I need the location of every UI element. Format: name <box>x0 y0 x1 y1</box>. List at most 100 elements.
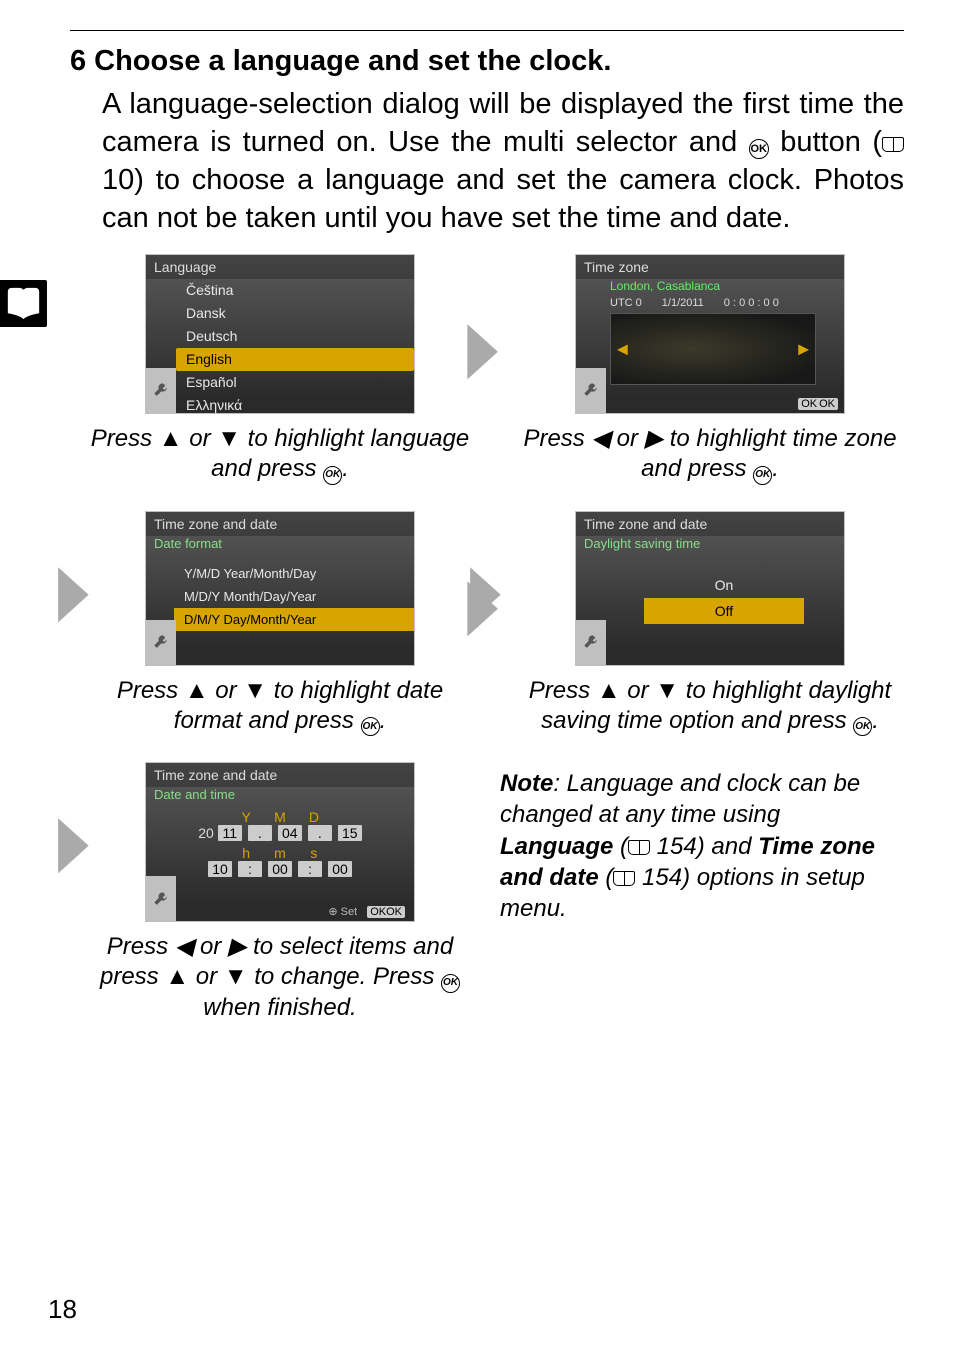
hour-value: 10 <box>208 861 232 877</box>
dateformat-screen: Time zone and date Date format Y/M/D Yea… <box>145 511 415 666</box>
note-label: Note <box>500 770 553 797</box>
right-triangle-icon <box>645 425 663 452</box>
up-triangle-icon <box>159 425 183 452</box>
ok-button-icon: OK <box>753 466 772 485</box>
world-map: ◀ ▶ <box>610 313 816 385</box>
datetime-cell: ▶ Time zone and date Date and time Y M D… <box>90 762 470 1023</box>
page-number: 18 <box>48 1294 77 1325</box>
up-triangle-icon <box>597 677 621 704</box>
down-triangle-icon <box>243 677 267 704</box>
timezone-time: 0 : 0 0 : 0 0 <box>724 297 779 309</box>
menu-option-language: Language <box>500 833 613 860</box>
lang-item: Ελληνικά <box>176 394 414 414</box>
year-value: 11 <box>218 825 242 841</box>
wrench-icon <box>581 632 601 652</box>
step-heading-text: Choose a language and set the clock. <box>94 43 611 81</box>
timezone-caption: Press or to highlight time zone and pres… <box>520 424 900 485</box>
page-top-rule <box>70 30 904 31</box>
wrench-icon <box>151 889 171 909</box>
hms-labels: h m s <box>146 845 414 861</box>
language-cell: ▶ Language Čeština Dansk Deutsch English… <box>90 254 470 485</box>
lang-item: Dansk <box>176 302 414 325</box>
map-left-arrow-icon: ◀ <box>617 340 628 357</box>
wrench-icon <box>151 632 171 652</box>
ok-button-icon: OK <box>361 717 380 736</box>
screen-ok-footer: OKOK <box>798 398 838 410</box>
dateformat-screen-title: Time zone and date <box>146 512 414 536</box>
month-value: 04 <box>278 825 302 841</box>
datetime-screen-subtitle: Date and time <box>146 787 414 805</box>
step-heading: 6 Choose a language and set the clock. <box>70 43 904 81</box>
ok-button-icon: OK <box>853 717 872 736</box>
down-triangle-icon <box>224 963 248 990</box>
setup-tab-icon <box>576 620 606 665</box>
dateformat-item: Y/M/D Year/Month/Day <box>174 562 414 585</box>
dateformat-screen-subtitle: Date format <box>146 536 414 554</box>
timezone-meta: UTC 0 1/1/2011 0 : 0 0 : 0 0 <box>576 295 844 309</box>
language-screen: Language Čeština Dansk Deutsch English E… <box>145 254 415 414</box>
up-triangle-icon <box>185 677 209 704</box>
timezone-cell: Time zone London, Casablanca UTC 0 1/1/2… <box>500 254 920 485</box>
dst-screen: Time zone and date Daylight saving time … <box>575 511 845 666</box>
dateformat-caption: Press or to highlight date format and pr… <box>90 676 470 737</box>
ok-button-icon: OK <box>749 139 769 159</box>
down-triangle-icon <box>217 425 241 452</box>
chevron-right-icon: ▶ <box>470 548 501 631</box>
dateformat-cell: ▶ ▶ Time zone and date Date format Y/M/D… <box>90 511 470 737</box>
book-icon <box>613 871 635 886</box>
down-triangle-icon <box>655 677 679 704</box>
step-body: A language-selection dialog will be disp… <box>102 85 904 238</box>
timezone-date: 1/1/2011 <box>662 297 704 309</box>
timezone-screen: Time zone London, Casablanca UTC 0 1/1/2… <box>575 254 845 414</box>
left-triangle-icon <box>175 933 193 960</box>
note-text: Note: Language and clock can be changed … <box>500 768 900 924</box>
lang-item: Deutsch <box>176 325 414 348</box>
chevron-right-icon: ▶ <box>467 305 498 388</box>
chevron-right-icon: ▶ <box>58 548 89 631</box>
body-text-c: 10) to choose a language and set the cam… <box>102 164 904 234</box>
ymd-values: 2011.04.15 <box>146 825 414 841</box>
chevron-right-icon: ▶ <box>58 800 89 883</box>
dst-cell: ▶ Time zone and date Daylight saving tim… <box>500 511 920 737</box>
minute-value: 00 <box>268 861 292 877</box>
language-caption: Press or to highlight language and press… <box>90 424 470 485</box>
screenshot-grid: ▶ Language Čeština Dansk Deutsch English… <box>70 254 904 1023</box>
wrench-icon <box>151 380 171 400</box>
language-screen-title: Language <box>146 255 414 279</box>
setup-tab-icon <box>146 620 176 665</box>
day-value: 15 <box>338 825 362 841</box>
ymd-labels: Y M D <box>146 809 414 825</box>
dst-item: On <box>644 572 804 598</box>
ok-label: OKOK <box>367 906 405 918</box>
dst-screen-title: Time zone and date <box>576 512 844 536</box>
hms-values: 10:00:00 <box>146 861 414 877</box>
body-text-b: button ( <box>769 126 882 158</box>
set-label: ⊕ Set <box>328 905 357 918</box>
timezone-screen-title: Time zone <box>576 255 844 279</box>
note-cell: Note: Language and clock can be changed … <box>500 762 920 1023</box>
dateformat-item-selected: D/M/Y Day/Month/Year <box>174 608 414 631</box>
datetime-caption: Press or to select items and press or to… <box>90 932 470 1023</box>
dateformat-list: Y/M/D Year/Month/Day M/D/Y Month/Day/Yea… <box>174 562 414 631</box>
lang-item: Čeština <box>176 279 414 302</box>
manual-page: 6 Choose a language and set the clock. A… <box>0 0 954 1023</box>
lang-item: Español <box>176 371 414 394</box>
map-right-arrow-icon: ▶ <box>798 340 809 357</box>
dst-caption: Press or to highlight daylight saving ti… <box>520 676 900 737</box>
lang-item-selected: English <box>176 348 414 371</box>
datetime-screen-title: Time zone and date <box>146 763 414 787</box>
dst-screen-subtitle: Daylight saving time <box>576 536 844 554</box>
screen-footer: ⊕ Set OKOK <box>325 905 408 918</box>
dst-item-selected: Off <box>644 598 804 624</box>
setup-tab-icon <box>146 876 176 921</box>
datetime-screen: Time zone and date Date and time Y M D 2… <box>145 762 415 922</box>
up-triangle-icon <box>165 963 189 990</box>
language-list: Čeština Dansk Deutsch English Español Ελ… <box>176 279 414 414</box>
timezone-city: London, Casablanca <box>576 279 844 295</box>
timezone-utc: UTC 0 <box>610 297 642 309</box>
setup-tab-icon <box>146 368 176 413</box>
dateformat-item: M/D/Y Month/Day/Year <box>174 585 414 608</box>
second-value: 00 <box>328 861 352 877</box>
ok-button-icon: OK <box>323 466 342 485</box>
wrench-icon <box>581 380 601 400</box>
